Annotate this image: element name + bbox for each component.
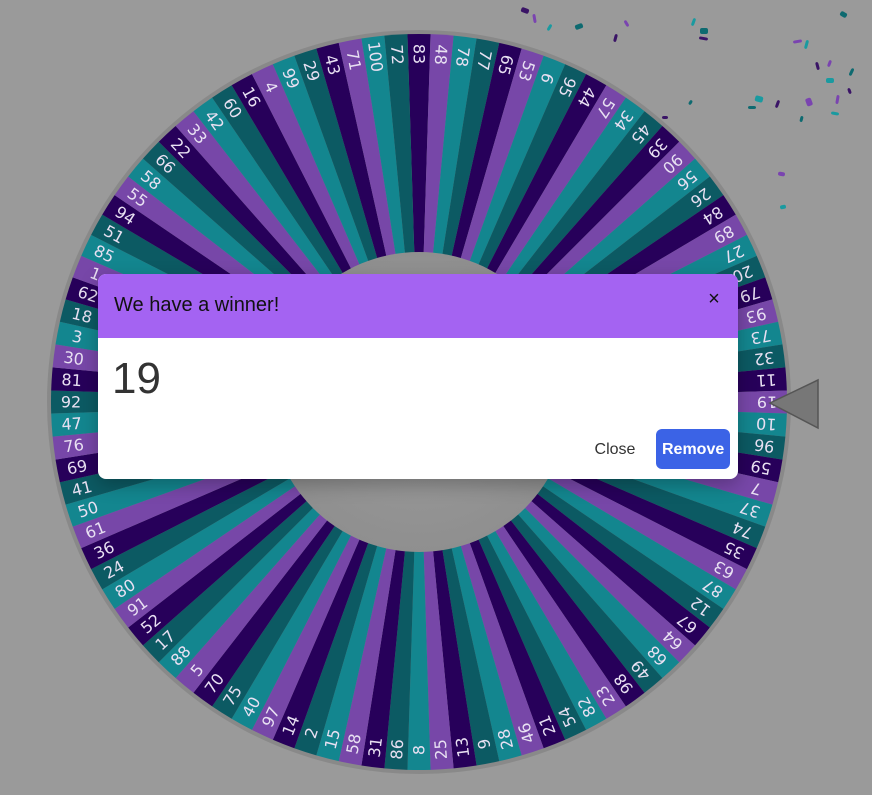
wheel-segment-label: 72 <box>387 44 407 66</box>
winner-dialog: We have a winner! × 19 Close Remove <box>98 274 738 479</box>
wheel-app: 83 48 78 77 65 53 6 95 44 57 34 45 39 90 56 26 84 89 27 20 7… <box>0 0 872 795</box>
wheel-segment-label: 48 <box>431 44 451 66</box>
wheel-segment-label: 86 <box>387 739 407 761</box>
dialog-header: We have a winner! × <box>98 274 738 338</box>
wheel-segment-label: 83 <box>410 44 429 64</box>
wheel-segment-label: 47 <box>61 414 83 434</box>
wheel-segment-label: 73 <box>749 326 773 348</box>
wheel-segment-label: 25 <box>431 739 451 761</box>
close-icon[interactable]: × <box>704 288 724 310</box>
wheel-segment-label: 100 <box>364 40 387 73</box>
close-button[interactable]: Close <box>584 431 646 467</box>
wheel-segment-label: 10 <box>756 414 778 434</box>
wheel-segment-label: 96 <box>753 435 776 456</box>
wheel-segment-label: 81 <box>61 370 83 390</box>
dialog-title: We have a winner! <box>114 294 280 316</box>
wheel-segment-label: 78 <box>452 45 473 68</box>
wheel-segment-label: 59 <box>749 456 773 478</box>
wheel-segment-label: 11 <box>756 370 778 390</box>
wheel-segment-label: 30 <box>62 348 85 369</box>
wheel-segment-label: 8 <box>410 745 429 755</box>
wheel-segment-label: 32 <box>753 348 776 369</box>
wheel-segment-label: 31 <box>365 736 386 759</box>
wheel-segment-label: 77 <box>473 48 495 72</box>
wheel-segment-label: 69 <box>65 456 89 478</box>
winner-value: 19 <box>112 354 161 403</box>
wheel-segment-label: 92 <box>61 393 81 412</box>
wheel-segment-label: 71 <box>343 48 365 72</box>
wheel-segment-label: 58 <box>343 732 365 756</box>
remove-button[interactable]: Remove <box>656 429 730 469</box>
wheel-segment-label: 13 <box>452 736 473 759</box>
wheel-segment-label: 76 <box>62 435 85 456</box>
